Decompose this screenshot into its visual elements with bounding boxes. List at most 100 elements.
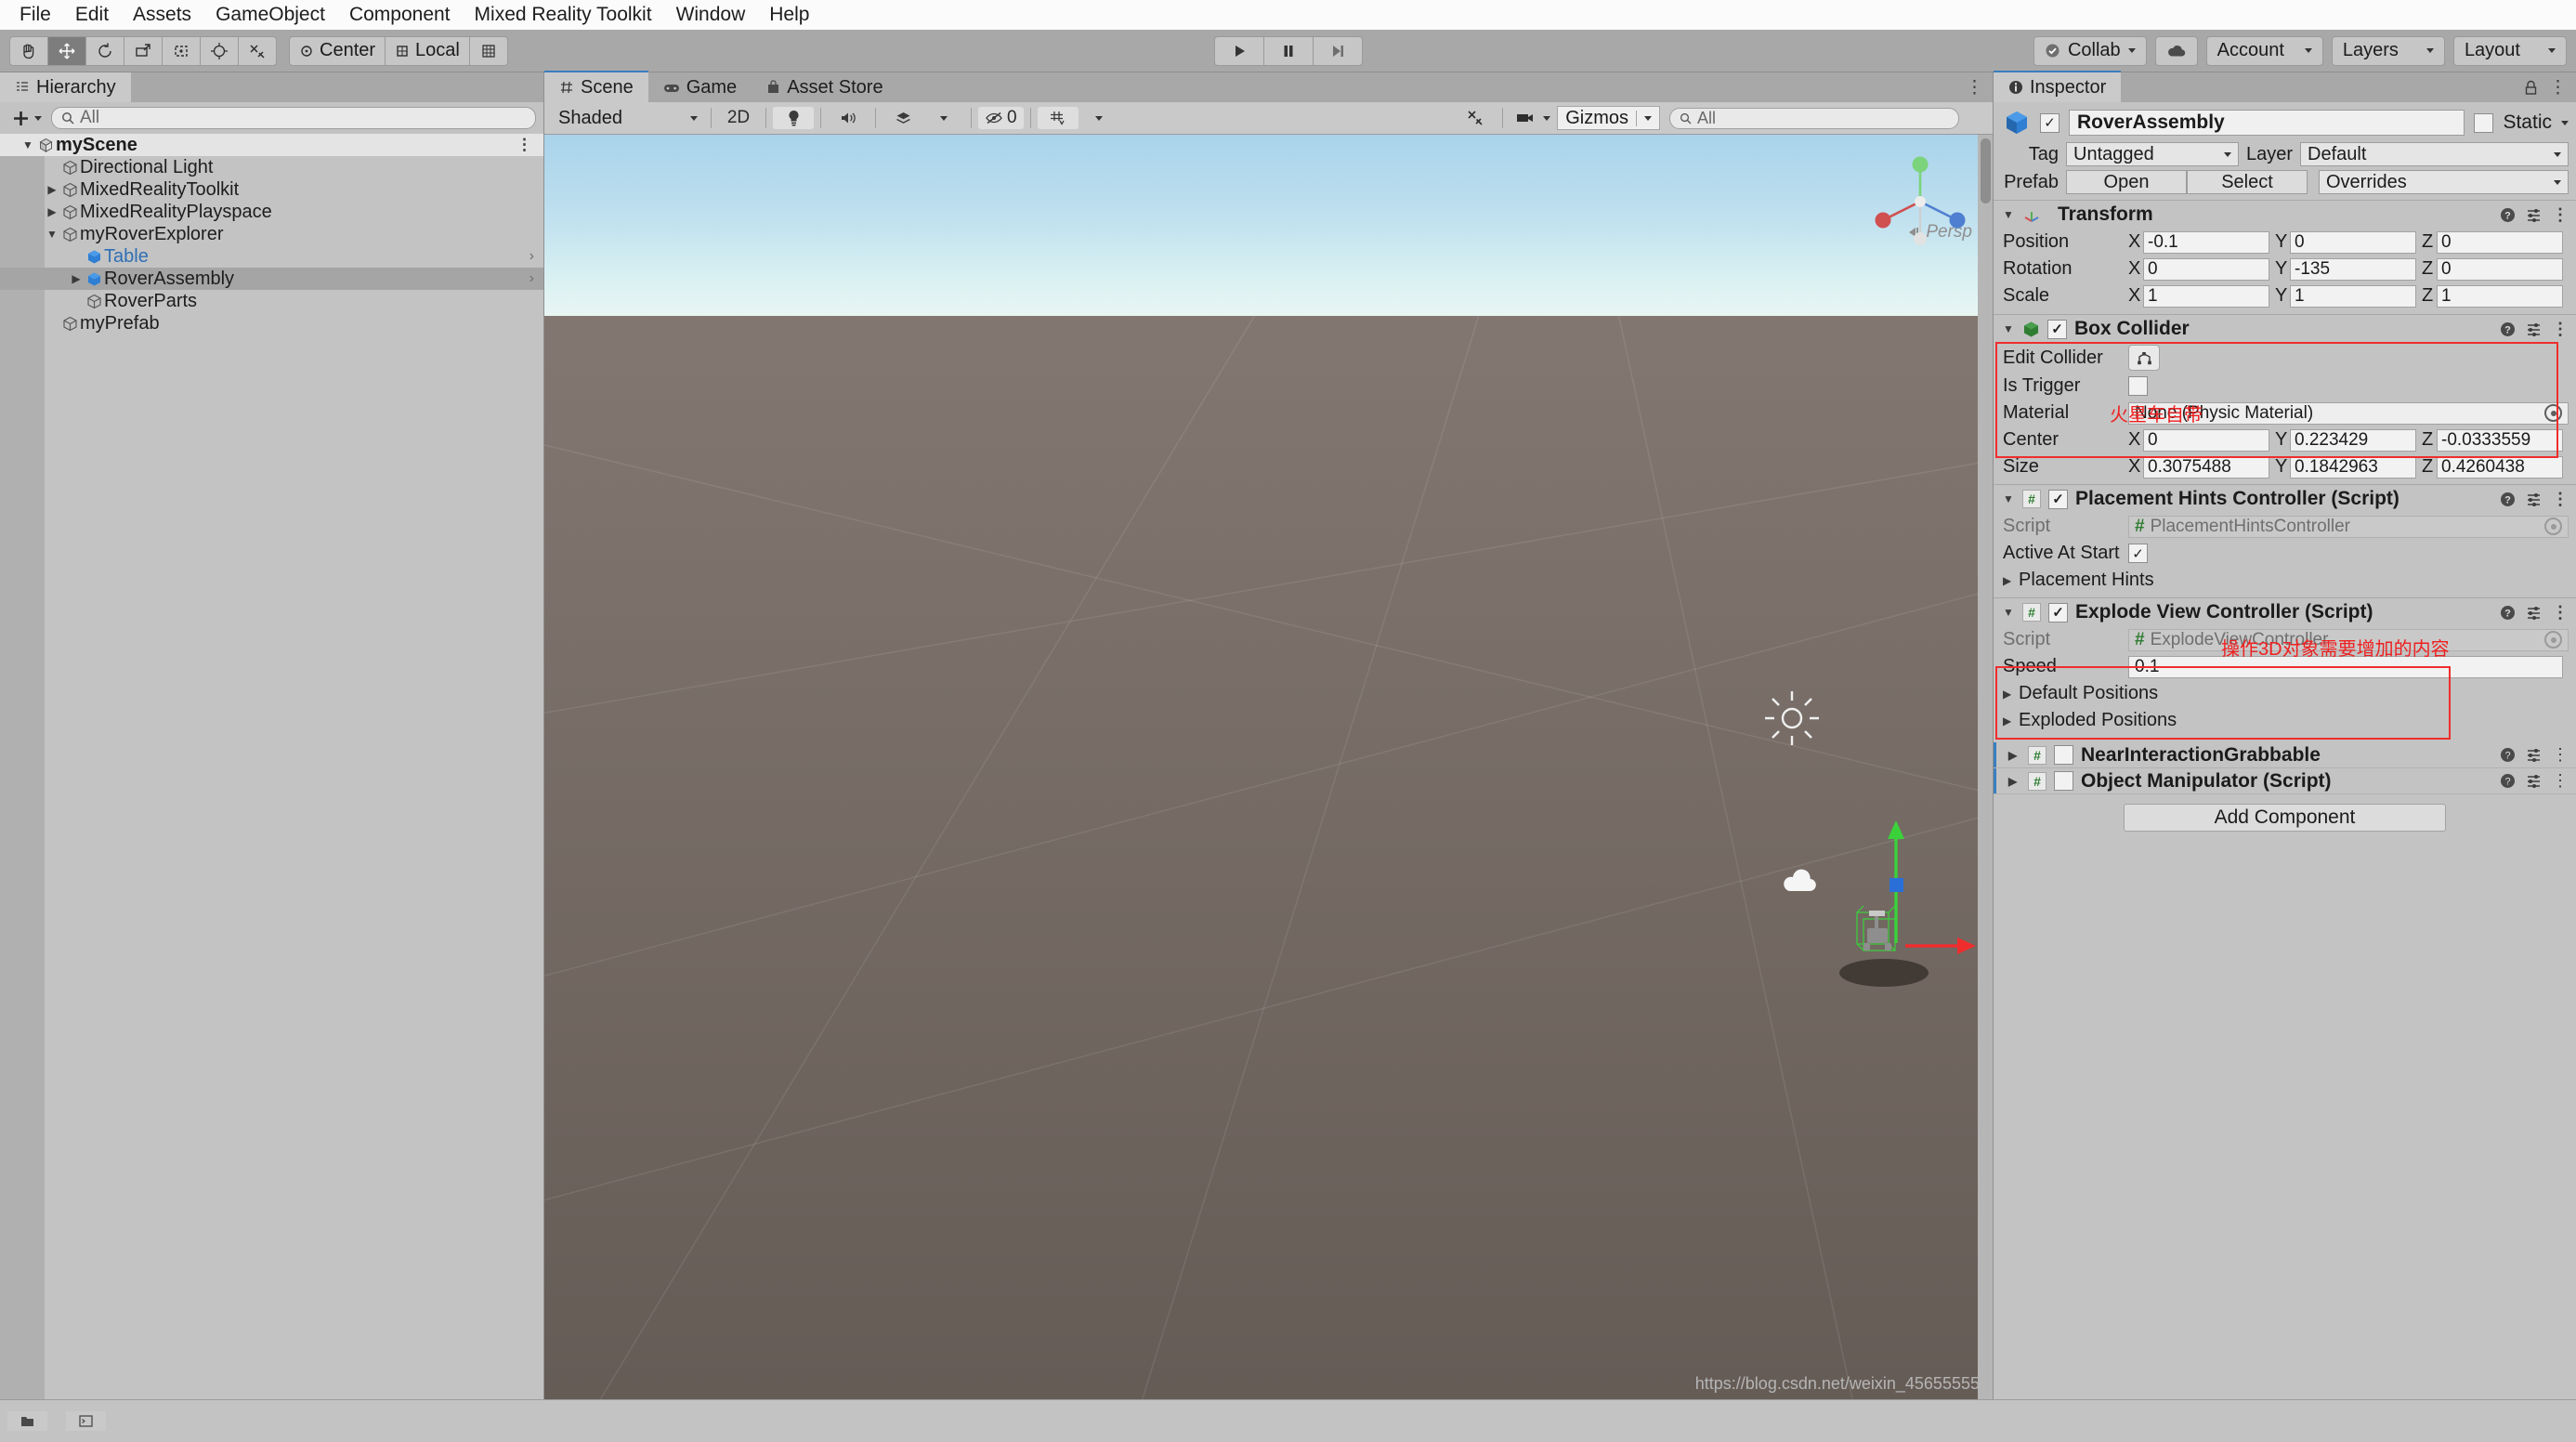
scene-tab-options-icon[interactable]: ⋮ — [1966, 77, 1983, 98]
placement-hints-component-header[interactable]: ▼ # ✓ Placement Hints Controller (Script… — [1994, 484, 2576, 513]
prefab-open-button[interactable]: Open — [2066, 170, 2187, 194]
foldout-arrow-icon[interactable]: ▼ — [45, 228, 59, 241]
rover-model[interactable] — [1826, 887, 1947, 990]
scene-hidden-objects-toggle[interactable]: 0 — [978, 107, 1024, 129]
menu-item-file[interactable]: File — [7, 0, 63, 30]
preset-icon[interactable] — [2526, 773, 2542, 789]
preset-icon[interactable] — [2526, 321, 2542, 337]
object-picker-icon[interactable] — [2544, 404, 2562, 422]
hierarchy-row-mixedrealitytoolkit[interactable]: ▶ MixedRealityToolkit — [0, 178, 543, 201]
preset-icon[interactable] — [2526, 747, 2542, 763]
near-interaction-grabbable-enabled-checkbox[interactable] — [2054, 745, 2073, 765]
scene-grid-toggle[interactable] — [1037, 107, 1079, 129]
menu-item-window[interactable]: Window — [664, 0, 758, 30]
collab-button[interactable]: Collab — [2033, 35, 2147, 66]
foldout-arrow-icon[interactable]: ▶ — [2008, 749, 2020, 762]
create-gameobject-button[interactable] — [7, 109, 46, 128]
inspector-options-icon[interactable]: ⋮ — [2549, 77, 2567, 98]
position-y-field[interactable]: 0 — [2290, 230, 2416, 254]
scene-audio-toggle[interactable] — [828, 107, 869, 129]
foldout-arrow-icon[interactable]: ▶ — [45, 183, 59, 196]
hierarchy-row-myscene[interactable]: ▼ myScene ⋮ — [0, 134, 543, 156]
near-interaction-grabbable-header[interactable]: ▶ # NearInteractionGrabbable ? ⋮ — [1994, 742, 2576, 768]
scene-fx-dropdown[interactable] — [923, 107, 964, 129]
position-z-field[interactable]: 0 — [2437, 230, 2563, 254]
foldout-arrow-icon[interactable]: ▶ — [2003, 714, 2015, 728]
pivot-rotation-button[interactable]: Local — [385, 35, 470, 66]
lock-icon[interactable] — [2524, 80, 2538, 96]
scene-orientation-gizmo[interactable] — [1864, 153, 1976, 256]
menu-item-help[interactable]: Help — [757, 0, 821, 30]
transform-component-header[interactable]: ▼ Transform ? ⋮ — [1994, 200, 2576, 229]
foldout-arrow-icon[interactable]: ▶ — [2008, 775, 2020, 788]
foldout-arrow-icon[interactable]: ▼ — [2003, 492, 2015, 505]
default-positions-row[interactable]: ▶ Default Positions — [1994, 680, 2576, 707]
cloud-button[interactable] — [2154, 35, 2198, 66]
active-at-start-checkbox[interactable]: ✓ — [2128, 544, 2148, 563]
rect-tool-icon[interactable] — [162, 35, 201, 66]
pause-button[interactable] — [1262, 35, 1314, 66]
grid-snap-icon[interactable] — [468, 35, 508, 66]
explode-view-component-header[interactable]: ▼ # ✓ Explode View Controller (Script) ?… — [1994, 597, 2576, 626]
center-z-field[interactable]: -0.0333559 — [2437, 428, 2563, 452]
directional-light-gizmo[interactable] — [1761, 688, 1823, 749]
help-icon[interactable]: ? — [2500, 773, 2516, 789]
draw-mode-dropdown[interactable]: Shaded — [552, 106, 704, 130]
chevron-down-icon[interactable] — [2561, 120, 2569, 125]
component-menu-icon[interactable]: ⋮ — [2552, 205, 2569, 225]
rotate-tool-icon[interactable] — [85, 35, 124, 66]
foldout-arrow-icon[interactable]: ▼ — [20, 138, 35, 151]
menu-item-mixed-reality-toolkit[interactable]: Mixed Reality Toolkit — [463, 0, 664, 30]
hierarchy-row-myroverexplorer[interactable]: ▼ myRoverExplorer — [0, 223, 543, 245]
box-collider-enabled-checkbox[interactable]: ✓ — [2047, 319, 2067, 339]
menu-item-gameobject[interactable]: GameObject — [203, 0, 337, 30]
menu-item-assets[interactable]: Assets — [121, 0, 203, 30]
foldout-arrow-icon[interactable]: ▼ — [2003, 208, 2015, 221]
component-menu-icon[interactable]: ⋮ — [2552, 771, 2569, 791]
add-component-button[interactable]: Add Component — [2124, 804, 2446, 832]
static-checkbox[interactable] — [2474, 112, 2494, 133]
scale-z-field[interactable]: 1 — [2437, 284, 2563, 308]
foldout-arrow-icon[interactable]: ▼ — [2003, 606, 2015, 619]
scene-viewport[interactable]: Persp https://blog.csdn.net/weixin_45655… — [544, 135, 1993, 1399]
play-button[interactable] — [1213, 35, 1264, 66]
scale-y-field[interactable]: 1 — [2290, 284, 2416, 308]
hierarchy-row-roverparts[interactable]: RoverParts — [0, 290, 543, 312]
status-tab-console[interactable] — [66, 1411, 106, 1431]
status-tab-project[interactable] — [7, 1411, 47, 1431]
transform-tool-icon[interactable] — [200, 35, 239, 66]
move-tool-icon[interactable] — [47, 35, 86, 66]
center-y-field[interactable]: 0.223429 — [2290, 428, 2416, 452]
help-icon[interactable]: ? — [2500, 747, 2516, 763]
scrollbar-thumb[interactable] — [1981, 138, 1991, 203]
size-y-field[interactable]: 0.1842963 — [2290, 455, 2416, 478]
explode-view-enabled-checkbox[interactable]: ✓ — [2048, 602, 2068, 623]
scene-camera-button[interactable] — [1510, 107, 1557, 129]
hierarchy-row-myprefab[interactable]: myPrefab — [0, 312, 543, 334]
hierarchy-row-table[interactable]: Table › — [0, 245, 543, 268]
tab-inspector[interactable]: Inspector — [1994, 71, 2122, 102]
prefab-select-button[interactable]: Select — [2187, 170, 2308, 194]
exploded-positions-row[interactable]: ▶ Exploded Positions — [1994, 707, 2576, 734]
account-button[interactable]: Account — [2205, 35, 2323, 66]
hand-tool-icon[interactable] — [9, 35, 48, 66]
scene-lighting-toggle[interactable] — [773, 107, 814, 129]
component-menu-icon[interactable]: ⋮ — [2552, 745, 2569, 765]
tag-dropdown[interactable]: Untagged — [2066, 142, 2239, 166]
hierarchy-row-directional-light[interactable]: Directional Light — [0, 156, 543, 178]
prefab-overrides-dropdown[interactable]: Overrides — [2319, 170, 2569, 194]
help-icon[interactable]: ? — [2500, 492, 2516, 507]
prefab-open-chevron-icon[interactable]: › — [530, 270, 534, 287]
object-manipulator-header[interactable]: ▶ # Object Manipulator (Script) ? ⋮ — [1994, 768, 2576, 794]
preset-icon[interactable] — [2526, 207, 2542, 223]
tab-asset-store[interactable]: Asset Store — [752, 72, 898, 102]
center-x-field[interactable]: 0 — [2143, 428, 2269, 452]
preset-icon[interactable] — [2526, 492, 2542, 507]
gizmos-button[interactable]: Gizmos — [1557, 106, 1660, 130]
scene-fx-toggle[interactable] — [883, 107, 923, 129]
menu-item-edit[interactable]: Edit — [63, 0, 121, 30]
rotation-x-field[interactable]: 0 — [2143, 257, 2269, 281]
tab-scene[interactable]: Scene — [544, 71, 648, 102]
placement-hints-list-row[interactable]: ▶ Placement Hints — [1994, 567, 2576, 594]
box-collider-component-header[interactable]: ▼ ✓ Box Collider ? ⋮ — [1994, 314, 2576, 343]
